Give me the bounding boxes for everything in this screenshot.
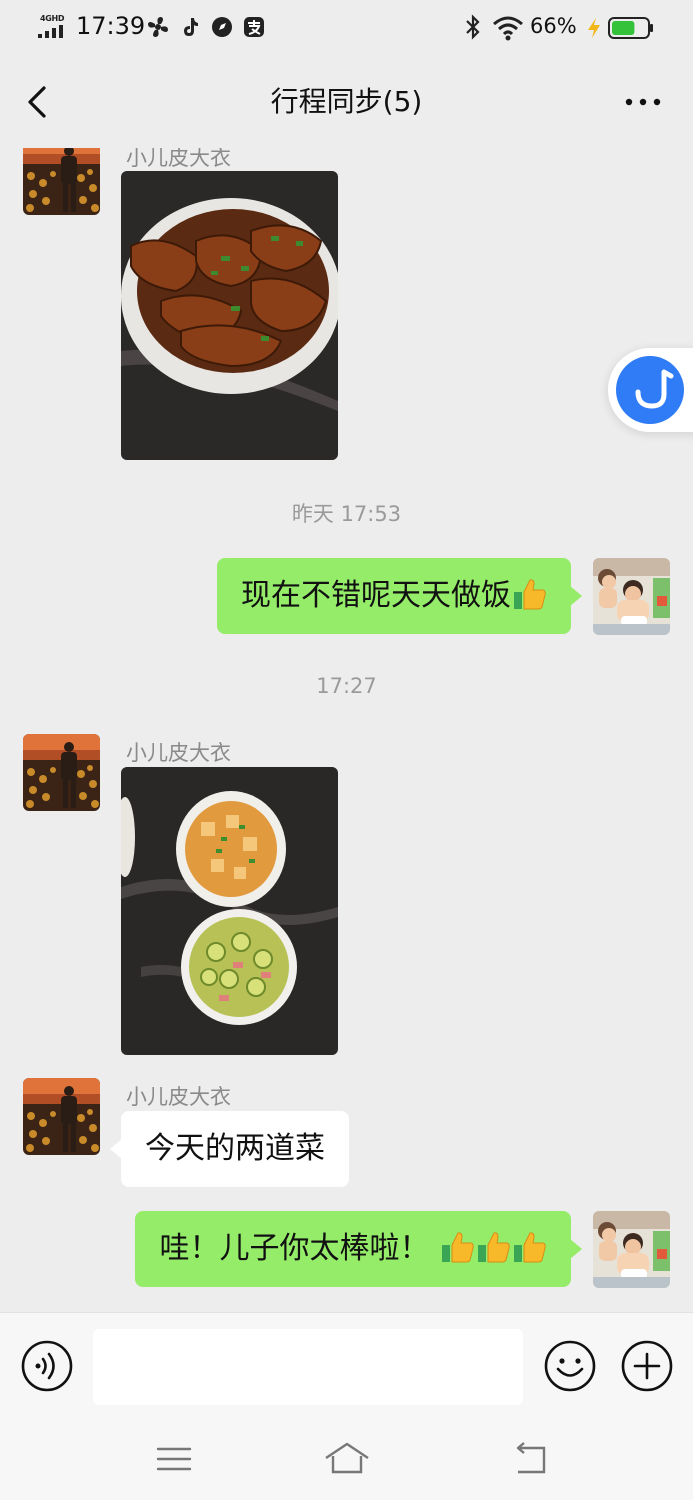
outgoing-message-bubble[interactable]: 现在不错呢天天做饭 [217,558,582,634]
incoming-message-bubble[interactable]: 今天的两道菜 [110,1111,349,1187]
recent-apps-icon[interactable] [155,1444,193,1474]
home-icon[interactable] [322,1440,372,1476]
thumbs-up-emoji [441,1230,475,1264]
fan-app-icon [148,17,168,37]
message-text: 哇！儿子你太棒啦！ [159,1231,430,1266]
my-avatar[interactable] [593,1211,670,1288]
my-avatar[interactable] [593,558,670,635]
network-type-label: 4GHD [40,14,65,23]
message-text: 现在不错呢天天做饭 [241,578,511,613]
battery-icon [608,17,653,39]
timestamp-divider: 17:27 [316,674,377,698]
status-time: 17:39 [76,12,146,40]
emoji-icon[interactable] [544,1340,596,1392]
outgoing-message-bubble[interactable]: 哇！儿子你太棒啦！ [135,1211,582,1287]
sender-avatar[interactable] [23,148,100,215]
more-options-icon[interactable] [623,88,663,116]
voice-input-icon[interactable] [21,1340,73,1392]
message-text: 今天的两道菜 [145,1131,325,1166]
sender-name: 小儿皮大衣 [126,741,231,765]
food-photo-chicken-wings[interactable] [121,171,338,460]
system-navigation-bar [0,1418,693,1500]
tiktok-icon [184,18,198,36]
sender-avatar[interactable] [23,1078,100,1155]
notification-icons [146,15,266,41]
sender-name: 小儿皮大衣 [126,1085,231,1109]
charging-icon [588,18,600,38]
plus-icon[interactable] [621,1340,673,1392]
music-note-icon [635,369,674,409]
message-input[interactable] [93,1329,523,1405]
compass-app-icon [212,17,232,37]
system-back-icon[interactable] [508,1442,550,1476]
wifi-icon [493,16,523,41]
thumbs-up-emoji [513,577,547,611]
floating-assistant-button[interactable] [608,348,693,432]
sender-avatar[interactable] [23,734,100,811]
chat-header: 行程同步(5) [0,56,693,148]
status-bar: 4GHD 17:39 66% [0,0,693,56]
food-photo-two-dishes[interactable] [121,767,338,1055]
alipay-icon [244,17,264,37]
timestamp-divider: 昨天 17:53 [291,502,402,526]
sender-name: 小儿皮大衣 [126,148,231,170]
battery-percent: 66% [530,14,577,38]
chat-title: 行程同步(5) [270,85,423,118]
bluetooth-icon [466,14,480,40]
thumbs-up-emoji [513,1230,547,1264]
thumbs-up-emoji [477,1230,511,1264]
cellular-signal-icon: 4GHD [38,14,70,38]
message-list[interactable]: 小儿皮大衣 昨天 17:53 现在不错呢天天做饭 17:27 小儿皮大衣 小儿皮… [0,148,693,1312]
message-input-bar [0,1312,693,1419]
